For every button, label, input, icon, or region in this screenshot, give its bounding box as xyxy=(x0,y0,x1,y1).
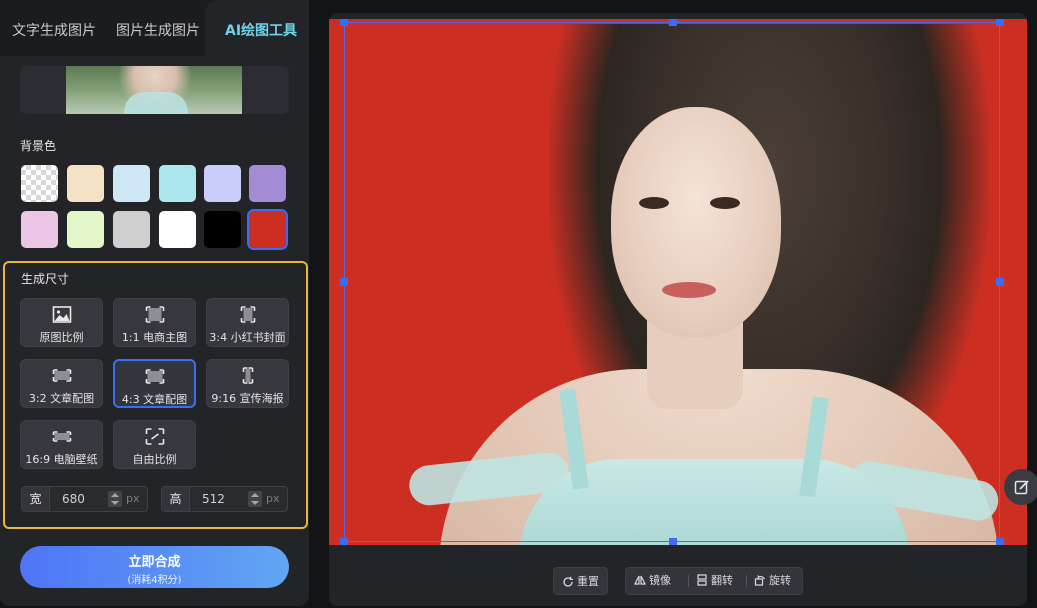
image-icon xyxy=(52,306,71,323)
resize-handle-top-right[interactable] xyxy=(996,19,1004,26)
tool-panel: 文字生成图片 图片生成图片 AI绘图工具 背景色 生成尺寸 原图比例 1:1 电… xyxy=(0,0,309,606)
height-field[interactable]: 高 512 px xyxy=(161,486,288,512)
compose-now-label: 立即合成 xyxy=(128,555,181,570)
ratio-label: 9:16 宣传海报 xyxy=(211,392,284,405)
swatch-purple[interactable] xyxy=(249,165,286,202)
width-label: 宽 xyxy=(22,487,50,511)
height-stepper[interactable] xyxy=(248,491,262,507)
height-label: 高 xyxy=(162,487,190,511)
swatch-light-green[interactable] xyxy=(67,211,104,248)
reset-icon xyxy=(563,576,573,587)
resize-handle-right[interactable] xyxy=(996,278,1004,286)
width-input[interactable]: 680 xyxy=(62,487,85,511)
ratio-3-2-button[interactable]: 3:2 文章配图 xyxy=(20,359,103,408)
ratio-label: 4:3 文章配图 xyxy=(121,393,188,406)
swatch-transparent[interactable] xyxy=(21,165,58,202)
resize-handle-bottom-right[interactable] xyxy=(996,538,1004,545)
mirror-icon xyxy=(634,575,646,585)
image-canvas[interactable] xyxy=(329,19,1027,545)
ratio-label: 1:1 电商主图 xyxy=(121,331,188,344)
ratio-label: 3:4 小红书封面 xyxy=(209,331,286,344)
ratio-4-3-button[interactable]: 4:3 文章配图 xyxy=(113,359,196,408)
swatch-cyan[interactable] xyxy=(159,165,196,202)
source-image-card xyxy=(20,66,289,114)
ratio-landscape-icon xyxy=(145,369,164,384)
compose-cost-label: (消耗4积分) xyxy=(127,575,182,586)
swatch-lavender[interactable] xyxy=(204,165,241,202)
swatch-light-blue[interactable] xyxy=(113,165,150,202)
background-color-label: 背景色 xyxy=(20,139,57,153)
transform-button-group: 镜像 翻转 旋转 xyxy=(625,567,803,595)
ratio-label: 16:9 电脑壁纸 xyxy=(25,453,98,466)
ratio-1-1-button[interactable]: 1:1 电商主图 xyxy=(113,298,196,347)
rotate-label: 旋转 xyxy=(769,574,791,587)
tab-bar: 文字生成图片 图片生成图片 AI绘图工具 xyxy=(0,0,309,56)
rotate-icon xyxy=(754,575,766,586)
height-unit: px xyxy=(266,492,280,505)
ratio-tall-icon xyxy=(242,367,253,384)
ratio-original-button[interactable]: 原图比例 xyxy=(20,298,103,347)
ratio-landscape-icon xyxy=(52,369,71,382)
swatch-cream[interactable] xyxy=(67,165,104,202)
ratio-9-16-button[interactable]: 9:16 宣传海报 xyxy=(206,359,289,408)
resize-handle-bottom[interactable] xyxy=(669,538,677,545)
ratio-wide-icon xyxy=(52,431,71,442)
tab-ai-drawing-tools[interactable]: AI绘图工具 xyxy=(205,0,309,56)
ratio-free-button[interactable]: 自由比例 xyxy=(113,420,196,469)
resize-handle-top-left[interactable] xyxy=(340,19,348,26)
resize-handle-left[interactable] xyxy=(340,278,348,286)
edit-button[interactable] xyxy=(1004,469,1037,505)
mirror-button[interactable]: 镜像 xyxy=(634,568,671,594)
reset-button[interactable]: 重置 xyxy=(553,567,608,595)
toolbar-divider xyxy=(688,575,689,587)
width-unit: px xyxy=(126,492,140,505)
width-stepper[interactable] xyxy=(108,491,122,507)
flip-button[interactable]: 翻转 xyxy=(696,568,733,594)
flip-label: 翻转 xyxy=(711,574,733,587)
compose-now-button[interactable]: 立即合成 (消耗4积分) xyxy=(20,546,289,588)
width-field[interactable]: 宽 680 px xyxy=(21,486,148,512)
ratio-square-icon xyxy=(145,306,164,323)
generate-size-label: 生成尺寸 xyxy=(21,272,70,286)
ratio-label: 自由比例 xyxy=(132,453,177,466)
selection-box[interactable] xyxy=(344,22,1000,542)
edit-icon xyxy=(1014,480,1029,495)
ratio-portrait-icon xyxy=(240,306,255,323)
swatch-gray[interactable] xyxy=(113,211,150,248)
canvas-panel xyxy=(329,13,1027,606)
ratio-label: 原图比例 xyxy=(39,331,84,344)
ratio-3-4-button[interactable]: 3:4 小红书封面 xyxy=(206,298,289,347)
swatch-black[interactable] xyxy=(204,211,241,248)
resize-handle-top[interactable] xyxy=(669,19,677,26)
swatch-pink[interactable] xyxy=(21,211,58,248)
ratio-16-9-button[interactable]: 16:9 电脑壁纸 xyxy=(20,420,103,469)
tab-text-to-image[interactable]: 文字生成图片 xyxy=(12,0,96,56)
flip-icon xyxy=(697,574,707,586)
source-image-thumbnail[interactable] xyxy=(66,66,242,114)
rotate-button[interactable]: 旋转 xyxy=(754,568,791,594)
swatch-white[interactable] xyxy=(159,211,196,248)
free-crop-icon xyxy=(145,428,164,445)
height-input[interactable]: 512 xyxy=(202,487,225,511)
mirror-label: 镜像 xyxy=(649,574,671,587)
tab-image-to-image[interactable]: 图片生成图片 xyxy=(116,0,200,56)
swatch-red[interactable] xyxy=(247,209,288,250)
toolbar-divider xyxy=(746,575,747,587)
reset-label: 重置 xyxy=(577,575,599,588)
ratio-label: 3:2 文章配图 xyxy=(28,392,95,405)
resize-handle-bottom-left[interactable] xyxy=(340,538,348,545)
